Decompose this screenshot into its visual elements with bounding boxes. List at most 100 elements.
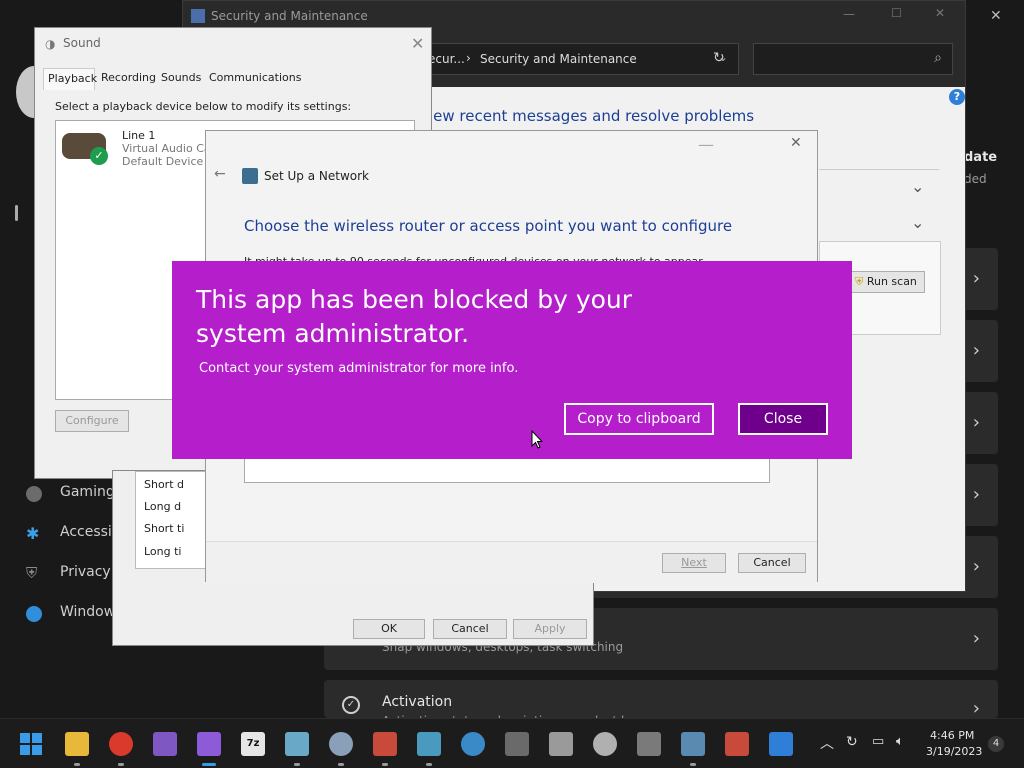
network-app-icon[interactable] [285,732,309,756]
app-blocked-dialog: This app has been blocked by your system… [172,261,852,459]
printer-icon[interactable] [637,732,661,756]
chevron-right-icon: › [972,412,980,433]
chevron-right-icon: › [972,340,980,361]
sidebar-indicator [15,205,18,221]
search-input[interactable]: ⌕ [753,43,953,75]
sync-icon[interactable]: ↻ [846,734,858,750]
apply-button[interactable]: Apply [513,619,587,639]
network-icon [242,168,258,184]
chevron-up-icon[interactable]: ︿ [820,733,834,753]
shield-icon: ⛨ [26,564,38,582]
globe-icon[interactable] [461,732,485,756]
search-icon: ⌕ [934,50,942,66]
wizard-title: Set Up a Network [264,169,370,183]
running-indicator [294,763,300,766]
settings-header-sub: ded [964,172,987,186]
pen-icon[interactable] [593,732,617,756]
gamepad-icon [26,486,42,502]
list-item[interactable]: Long ti [144,545,182,558]
chevron-right-icon: › [972,484,980,505]
row-title: Activation [382,694,453,710]
running-indicator [202,763,216,766]
file-explorer-icon[interactable] [65,732,89,756]
settings-row-activation[interactable]: ✓ Activation Activation state, subscript… [324,680,998,728]
list-item[interactable]: Short d [144,478,184,491]
sidebar-label: Window [60,604,116,620]
cancel-button[interactable]: Cancel [738,553,806,573]
breadcrumb-current: Security and Maintenance [480,52,637,66]
minimize-icon[interactable]: — [698,135,714,154]
instruction-text: Select a playback device below to modify… [55,100,352,113]
toolbox-icon[interactable] [373,732,397,756]
settings-header-title: date [964,150,998,165]
cancel-button[interactable]: Cancel [433,619,507,639]
chevron-right-icon: › [972,556,980,577]
copy-to-clipboard-button[interactable]: Copy to clipboard [564,403,714,435]
list-item[interactable]: Long d [144,500,181,513]
7zip-icon[interactable]: 7z [241,732,265,756]
chevron-right-icon: › [466,51,471,65]
check-circle-icon: ✓ [342,696,360,714]
refresh-icon[interactable]: ↻ [713,50,725,66]
volume-icon[interactable]: 🔈︎ [896,734,904,749]
window-app-icon[interactable] [769,732,793,756]
notification-badge[interactable]: 4 [988,736,1004,752]
running-indicator [118,763,124,766]
sidebar-label: Gaming [60,484,115,500]
device-name: Line 1 [122,129,156,142]
mouse-cursor-icon [531,430,543,449]
chrome-icon[interactable] [109,732,133,756]
run-scan-button[interactable]: ⛨ Run scan [847,271,925,293]
flag-icon [191,9,205,23]
close-icon[interactable]: ✕ [935,6,945,20]
update-icon [26,606,42,622]
clock-time[interactable]: 4:46 PM [930,729,974,742]
monitor-icon[interactable]: ▭ [872,734,884,749]
visual-studio-icon[interactable] [153,732,177,756]
close-button[interactable]: Close [738,403,828,435]
shield-icon: ⛨ [855,275,864,288]
help-icon[interactable]: ? [949,89,965,105]
breadcrumb-prefix: ecur... [428,52,465,66]
gamepad-icon[interactable] [505,732,529,756]
dialog-message: Contact your system administrator for mo… [199,361,519,376]
maximize-icon[interactable]: ☐ [891,6,902,20]
next-button[interactable]: Next [662,553,726,573]
running-indicator [74,763,80,766]
run-scan-label: Run scan [866,275,917,288]
wizard-heading: Choose the wireless router or access poi… [244,217,733,235]
close-icon[interactable]: ✕ [411,34,424,53]
running-indicator [426,763,432,766]
list-item[interactable]: Short ti [144,522,184,535]
minimize-icon[interactable]: — [843,7,855,21]
visual-studio-preview-icon[interactable] [197,732,221,756]
device-status: Default Device [122,155,204,168]
toolbox-2-icon[interactable] [725,732,749,756]
settings-close-icon[interactable]: ✕ [990,8,1002,24]
configure-button[interactable]: Configure [55,410,129,432]
tab-recording[interactable]: Recording [101,71,156,84]
mouse-icon[interactable] [549,732,573,756]
chevron-right-icon: › [972,268,980,289]
back-arrow-icon[interactable]: ← [214,166,226,182]
divider [819,169,939,170]
network-setup-icon[interactable] [681,732,705,756]
chevron-right-icon: › [972,698,980,719]
control-panel-icon[interactable] [417,732,441,756]
windows-start-icon[interactable] [20,733,42,755]
tab-communications[interactable]: Communications [209,71,301,84]
running-indicator [338,763,344,766]
ok-button[interactable]: OK [353,619,425,639]
tab-sounds[interactable]: Sounds [161,71,201,84]
tab-label: Playback [48,72,98,85]
tab-playback[interactable]: Playback [43,68,98,90]
address-bar[interactable]: ecur... › Security and Maintenance ⌄ [421,43,739,75]
default-check-icon: ✓ [90,147,108,165]
chevron-down-icon[interactable]: ⌄ [911,177,924,196]
settings-gear-icon[interactable] [329,732,353,756]
speaker-icon: ◑ [45,37,56,51]
chevron-down-icon[interactable]: ⌄ [911,213,924,232]
close-icon[interactable]: ✕ [790,135,802,151]
page-heading: iew recent messages and resolve problems [429,107,755,125]
clock-date[interactable]: 3/19/2023 [926,745,982,758]
